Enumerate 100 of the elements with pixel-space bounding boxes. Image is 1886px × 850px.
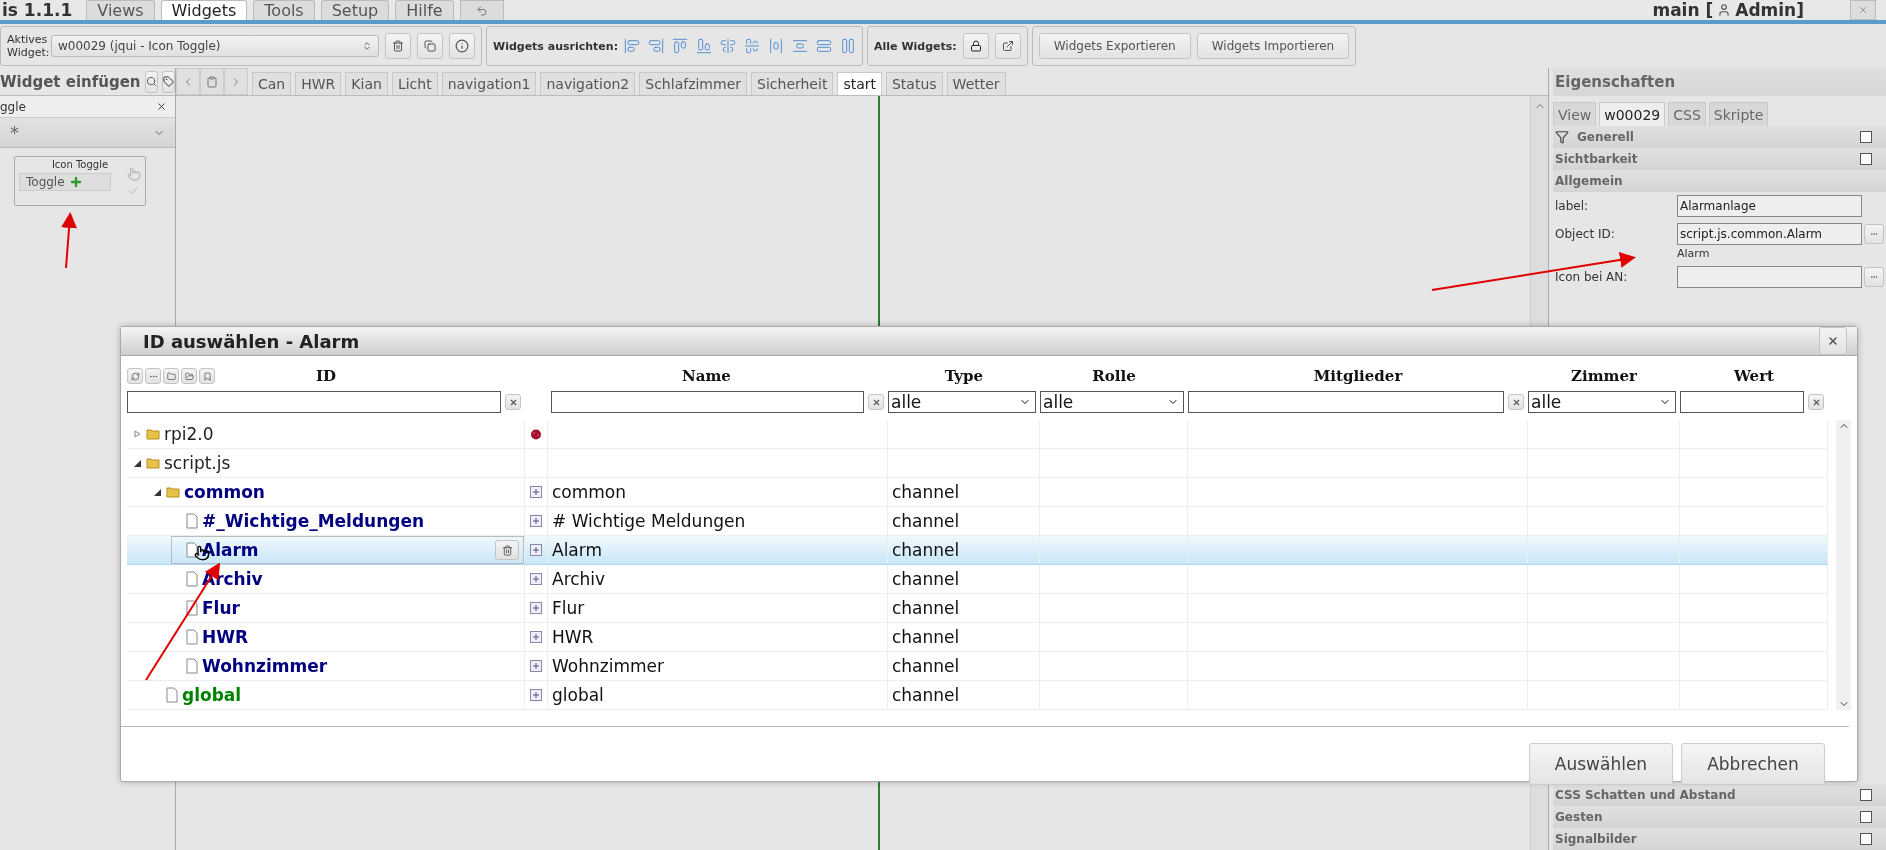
group-header[interactable]: CSS Schatten und Abstand: [1553, 784, 1886, 806]
page-tab[interactable]: navigation2: [540, 72, 636, 95]
property-tab[interactable]: w00029: [1599, 102, 1666, 126]
page-tab[interactable]: Can: [252, 72, 292, 95]
page-tab[interactable]: Kian: [345, 72, 388, 95]
toolbar-button[interactable]: Widgets Importieren: [1196, 33, 1350, 59]
table-row[interactable]: Alarm Alarm channel: [127, 536, 1828, 565]
page-tab[interactable]: Licht: [391, 72, 438, 95]
name-filter-field[interactable]: [551, 391, 864, 413]
table-row[interactable]: Wohnzimmer Wohnzimmer channel: [127, 652, 1828, 681]
page-tab[interactable]: Wetter: [946, 72, 1006, 95]
dialog-button[interactable]: Auswählen: [1529, 743, 1673, 785]
object-id[interactable]: rpi2.0: [164, 424, 214, 444]
clear-button[interactable]: [868, 394, 884, 410]
clear-button[interactable]: [1808, 394, 1824, 410]
align-icon[interactable]: [744, 38, 761, 54]
widget-select[interactable]: w00029 (jqui - Icon Toggle): [51, 35, 379, 57]
export-button[interactable]: [994, 33, 1021, 59]
tree-toggle[interactable]: [132, 429, 142, 439]
info-button[interactable]: [449, 33, 475, 59]
checkbox[interactable]: [1860, 153, 1872, 165]
id-filter-field[interactable]: [127, 391, 501, 413]
toolbar-button[interactable]: Widgets Exportieren: [1038, 33, 1191, 59]
object-id[interactable]: #_Wichtige_Meldungen: [202, 511, 425, 531]
undo-button[interactable]: [459, 0, 504, 20]
page-tab[interactable]: navigation1: [441, 72, 537, 95]
refresh-button[interactable]: [127, 368, 143, 384]
role-select[interactable]: alle: [1040, 391, 1184, 413]
set-select[interactable]: *: [0, 118, 175, 148]
object-id[interactable]: HWR: [202, 627, 249, 647]
clear-button[interactable]: [505, 394, 521, 410]
members-filter-field[interactable]: [1188, 391, 1504, 413]
align-icon[interactable]: [720, 38, 737, 54]
open-folder-button[interactable]: [181, 368, 197, 384]
widget-card[interactable]: Icon Toggle Toggle: [14, 156, 146, 206]
object-id[interactable]: Flur: [202, 598, 240, 618]
filter-field[interactable]: ggle: [0, 96, 175, 118]
checkbox[interactable]: [1860, 811, 1872, 823]
object-id[interactable]: Wohnzimmer: [202, 656, 328, 676]
page-tab[interactable]: Sicherheit: [751, 72, 834, 95]
collapse-button[interactable]: [145, 368, 161, 384]
table-row[interactable]: common common channel: [127, 478, 1828, 507]
tree-toggle[interactable]: [132, 458, 142, 468]
checkbox[interactable]: [1860, 789, 1872, 801]
page-tab[interactable]: Schlafzimmer: [639, 72, 748, 95]
menu-tab[interactable]: Widgets: [160, 0, 248, 20]
delete-button[interactable]: [385, 33, 411, 59]
group-header[interactable]: Gesten: [1553, 806, 1886, 828]
search-button[interactable]: [144, 70, 158, 93]
input-field[interactable]: script.js.common.Alarm: [1677, 223, 1862, 245]
close-button[interactable]: [1819, 327, 1847, 355]
input-field[interactable]: Alarmanlage: [1677, 195, 1862, 217]
align-icon[interactable]: [696, 38, 713, 54]
checkbox[interactable]: [1860, 131, 1872, 143]
page-tab[interactable]: HWR: [295, 72, 342, 95]
table-row[interactable]: #_Wichtige_Meldungen # Wichtige Meldungen channel: [127, 507, 1828, 536]
delete-button[interactable]: [495, 540, 519, 560]
property-tab[interactable]: View: [1553, 102, 1597, 126]
align-icon[interactable]: [672, 38, 689, 54]
table-row[interactable]: script.js: [127, 449, 1828, 478]
page-tab[interactable]: start: [837, 72, 882, 95]
table-row[interactable]: Flur Flur channel: [127, 594, 1828, 623]
object-id[interactable]: global: [182, 685, 242, 705]
type-select[interactable]: alle: [888, 391, 1036, 413]
tree-toggle[interactable]: [152, 487, 162, 497]
group-header[interactable]: Sichtbarkeit: [1553, 148, 1886, 170]
object-id[interactable]: script.js: [164, 453, 231, 473]
room-select[interactable]: alle: [1528, 391, 1676, 413]
value-filter-field[interactable]: [1680, 391, 1804, 413]
property-tab[interactable]: Skripte: [1708, 102, 1769, 126]
checkbox[interactable]: [1860, 833, 1872, 845]
object-id[interactable]: Alarm: [202, 540, 259, 560]
property-tab[interactable]: CSS: [1668, 102, 1706, 126]
object-id[interactable]: common: [184, 482, 265, 502]
align-icon[interactable]: [792, 38, 809, 54]
table-row[interactable]: HWR HWR channel: [127, 623, 1828, 652]
align-icon[interactable]: [648, 38, 665, 54]
bookmark-button[interactable]: [199, 368, 215, 384]
tag-button[interactable]: [161, 70, 175, 93]
lock-button[interactable]: [962, 33, 989, 59]
align-icon[interactable]: [624, 38, 641, 54]
clear-icon[interactable]: [156, 101, 167, 112]
align-icon[interactable]: [840, 38, 857, 54]
table-row[interactable]: rpi2.0: [127, 420, 1828, 449]
input-field[interactable]: [1677, 266, 1862, 288]
clear-button[interactable]: [1508, 394, 1524, 410]
align-icon[interactable]: [816, 38, 833, 54]
toggle-button[interactable]: Toggle: [19, 173, 111, 191]
menu-tab[interactable]: Hilfe: [395, 0, 454, 20]
menu-tab[interactable]: Tools: [253, 0, 315, 20]
clipboard-button[interactable]: [200, 68, 224, 95]
group-header[interactable]: Generell: [1553, 126, 1886, 148]
align-icon[interactable]: [768, 38, 785, 54]
table-row[interactable]: global global channel: [127, 681, 1828, 710]
menu-tab[interactable]: Setup: [320, 0, 390, 20]
dialog-button[interactable]: Abbrechen: [1681, 743, 1825, 785]
close-button[interactable]: [1850, 0, 1876, 20]
group-header[interactable]: Signalbilder: [1553, 828, 1886, 850]
folder-button[interactable]: [163, 368, 179, 384]
page-tab[interactable]: Status: [886, 72, 943, 95]
